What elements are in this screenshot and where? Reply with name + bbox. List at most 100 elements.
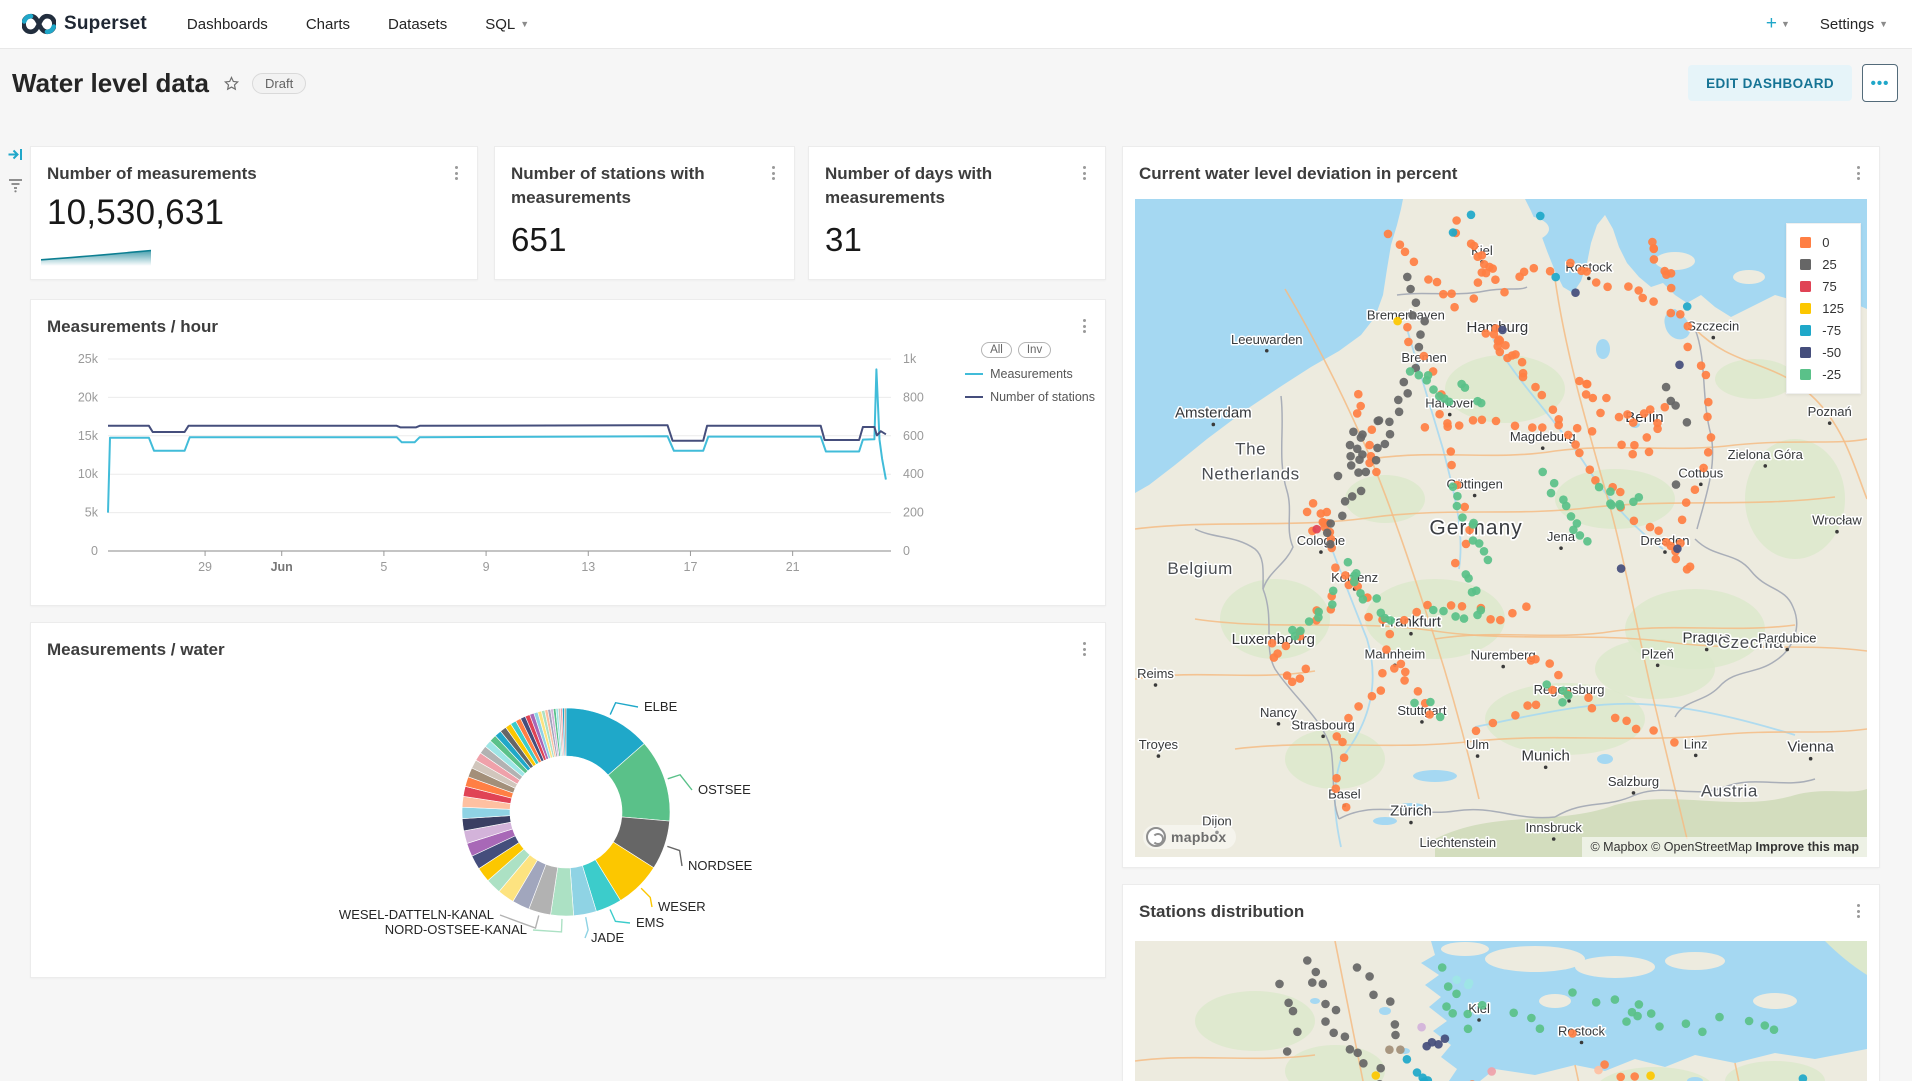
station-dot [1704, 448, 1713, 457]
map-legend-entry[interactable]: 25 [1800, 257, 1844, 272]
stations-map[interactable]: KielRostock [1135, 941, 1867, 1081]
station-dot [1349, 428, 1358, 437]
map-legend-entry[interactable]: -25 [1800, 367, 1844, 382]
deviation-map[interactable]: LeeuwardenKielRostockSzczecinBremerhaven… [1135, 199, 1867, 857]
legend-all-button[interactable]: All [981, 342, 1012, 358]
legend-inv-button[interactable]: Inv [1018, 342, 1051, 358]
station-dot [1268, 639, 1277, 648]
station-dot [1400, 616, 1409, 625]
nav-item-dashboards[interactable]: Dashboards [187, 16, 268, 33]
favorite-star-icon[interactable] [223, 75, 240, 92]
map-legend-entry[interactable]: -50 [1800, 345, 1844, 360]
line-swatch [965, 373, 983, 375]
station-dot [1451, 559, 1460, 568]
station-dot [1400, 378, 1409, 387]
station-dot [1403, 323, 1412, 332]
station-dot [1564, 431, 1573, 440]
station-dot [1429, 606, 1438, 615]
map-city-label: Austria [1701, 781, 1758, 800]
station-dot [1573, 424, 1582, 433]
legend-label: -50 [1822, 345, 1841, 360]
station-dot [1588, 427, 1597, 436]
station-dot [1291, 632, 1300, 641]
station-dot [1420, 352, 1429, 361]
station-dot [1372, 1071, 1381, 1080]
station-dot [1568, 1029, 1577, 1038]
nav-item-datasets[interactable]: Datasets [388, 16, 447, 33]
edit-dashboard-button[interactable]: EDIT DASHBOARD [1688, 65, 1852, 101]
map-legend-entry[interactable]: 75 [1800, 279, 1844, 294]
station-dot [1571, 440, 1580, 449]
map-legend-entry[interactable]: 125 [1800, 301, 1844, 316]
legend-label: 75 [1822, 279, 1836, 294]
kebab-menu-icon[interactable] [1078, 315, 1091, 337]
station-dot [1596, 409, 1605, 418]
station-dot [1357, 487, 1366, 496]
chevron-down-icon: ▼ [1781, 19, 1790, 29]
map-city-label: The [1235, 439, 1266, 458]
station-dot [1372, 456, 1381, 465]
donut-label: EMS [636, 915, 665, 930]
station-dot [1403, 389, 1412, 398]
improve-map-link[interactable]: Improve this map [1756, 840, 1860, 854]
station-dot [1635, 1000, 1644, 1009]
legend-label: -75 [1822, 323, 1841, 338]
station-dot [1460, 614, 1469, 623]
station-dot [1491, 275, 1500, 284]
map-city-label: Liechtenstein [1419, 835, 1496, 850]
station-dot [1467, 211, 1476, 220]
kebab-menu-icon[interactable] [1078, 638, 1091, 660]
kebab-menu-icon[interactable] [767, 162, 780, 184]
station-dot [1671, 401, 1680, 410]
station-dot [1326, 540, 1335, 549]
station-dot [1576, 531, 1585, 540]
station-dot [1461, 383, 1470, 392]
kebab-menu-icon[interactable] [450, 162, 463, 184]
station-dot [1408, 311, 1417, 320]
map-legend-entry[interactable]: -75 [1800, 323, 1844, 338]
station-dot [1314, 613, 1323, 622]
station-dot [1417, 1023, 1426, 1032]
nav-item-sql[interactable]: SQL▼ [485, 16, 529, 33]
station-dot [1676, 310, 1685, 319]
station-dot [1582, 267, 1591, 276]
station-dot [1344, 558, 1353, 567]
kpi-title: Number of days with measurements [825, 162, 1051, 210]
kebab-menu-icon[interactable] [1078, 162, 1091, 184]
station-dot [1622, 717, 1631, 726]
station-dot [1329, 587, 1338, 596]
station-dot [1698, 1028, 1707, 1037]
station-dot [1500, 288, 1509, 297]
station-dot [1422, 1042, 1431, 1051]
station-dot [1341, 497, 1350, 506]
station-dot [1385, 1045, 1394, 1054]
settings-menu[interactable]: Settings▼ [1820, 16, 1888, 33]
station-dot [1447, 447, 1456, 456]
station-dot [1414, 687, 1423, 696]
more-options-button[interactable]: ••• [1862, 64, 1898, 102]
station-dot [1691, 485, 1700, 494]
station-dot [1531, 655, 1540, 664]
legend-swatch [1800, 259, 1811, 270]
new-item-button[interactable]: +▼ [1766, 13, 1790, 35]
svg-text:600: 600 [903, 429, 924, 443]
station-dot [1683, 418, 1692, 427]
kebab-menu-icon[interactable] [1852, 900, 1865, 922]
station-dot [1424, 275, 1433, 284]
donut-label: WESEL-DATTELN-KANAL [339, 907, 494, 922]
map-legend-entry[interactable]: 0 [1800, 235, 1844, 250]
station-dot [1554, 421, 1563, 430]
filter-icon[interactable] [7, 176, 24, 198]
station-dot [1511, 422, 1520, 431]
nav-item-charts[interactable]: Charts [306, 16, 350, 33]
legend-item-stations[interactable]: Number of stations [965, 390, 1095, 404]
station-dot [1396, 1045, 1405, 1054]
mapbox-logo[interactable]: mapbox [1143, 825, 1236, 849]
expand-filters-icon[interactable] [7, 146, 24, 168]
kpi-value: 651 [511, 221, 567, 259]
superset-logo[interactable]: Superset [22, 13, 147, 35]
station-dot [1410, 258, 1419, 267]
legend-item-measurements[interactable]: Measurements [965, 367, 1095, 381]
kebab-menu-icon[interactable] [1852, 162, 1865, 184]
station-dot [1474, 278, 1483, 287]
